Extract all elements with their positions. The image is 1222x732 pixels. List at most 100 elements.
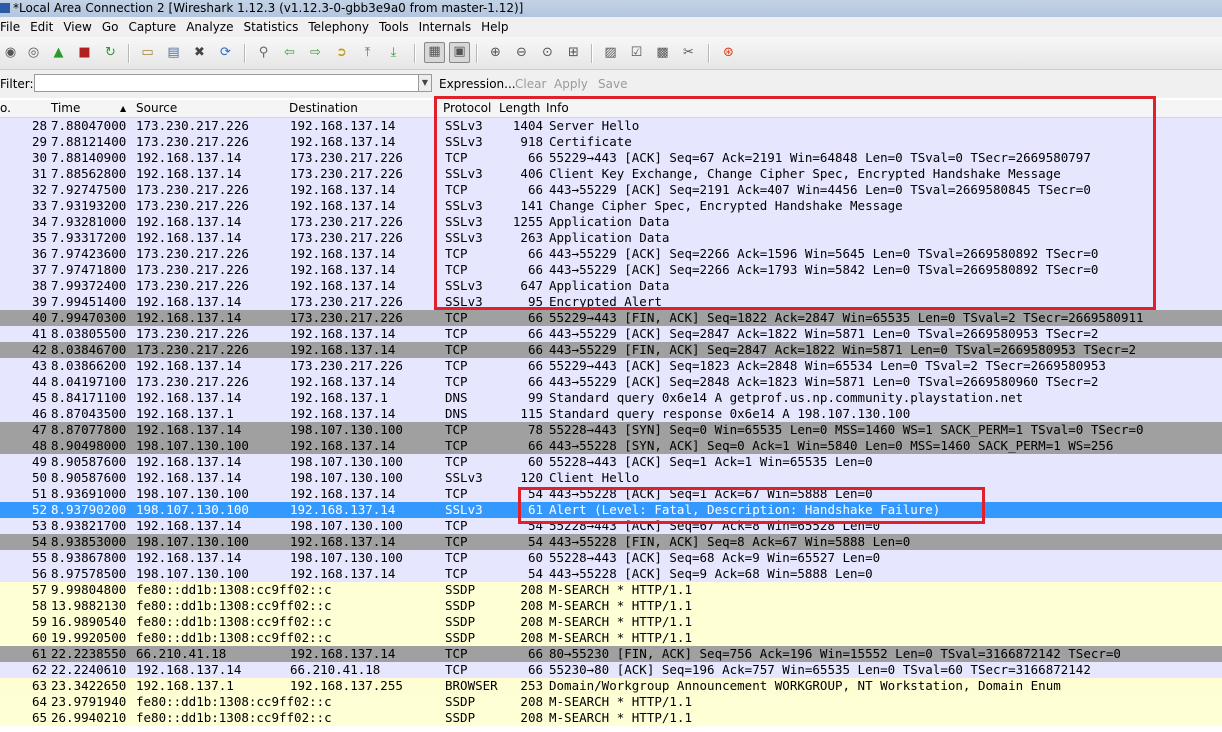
packet-row[interactable]: 62 22.2240610 192.168.137.14 66.210.41.18 TC…	[0, 662, 1222, 678]
packet-row[interactable]: 54 8.93853000 198.107.130.100 192.168.137.1…	[0, 534, 1222, 550]
packet-row[interactable]: 30 7.88140900 192.168.137.14 173.230.217.22…	[0, 150, 1222, 166]
packet-row[interactable]: 51 8.93691000 198.107.130.100 192.168.137.1…	[0, 486, 1222, 502]
menu-telephony[interactable]: Telephony	[303, 17, 374, 37]
restart-capture-icon[interactable]: ↻	[102, 44, 119, 61]
menu-capture[interactable]: Capture	[123, 17, 181, 37]
save-file-icon[interactable]: ▤	[165, 44, 182, 61]
normal-size-icon[interactable]: ⊙	[539, 44, 556, 61]
column-header-source[interactable]: Source	[136, 100, 177, 117]
packet-row[interactable]: 53 8.93821700 192.168.137.14 198.107.130.10…	[0, 518, 1222, 534]
column-header-destination[interactable]: Destination	[289, 100, 358, 117]
packet-info: Domain/Workgroup Announcement WORKGROUP,…	[549, 678, 1061, 693]
start-capture-icon[interactable]: ▲	[50, 44, 67, 61]
menu-help[interactable]: Help	[476, 17, 513, 37]
apply-filter-button[interactable]: Apply	[554, 77, 588, 91]
menu-edit[interactable]: Edit	[25, 17, 58, 37]
stop-capture-icon[interactable]: ■	[76, 44, 93, 61]
column-header-info[interactable]: Info	[546, 100, 569, 117]
reload-icon[interactable]: ⟳	[217, 44, 234, 61]
packet-row[interactable]: 55 8.93867800 192.168.137.14 198.107.130.10…	[0, 550, 1222, 566]
packet-row[interactable]: 48 8.90498000 198.107.130.100 192.168.137.1…	[0, 438, 1222, 454]
packet-row[interactable]: 37 7.97471800 173.230.217.226 192.168.137.1…	[0, 262, 1222, 278]
packet-row[interactable]: 60 19.9920500 fe80::dd1b:1308:cc9ff02::c SS…	[0, 630, 1222, 646]
packet-row[interactable]: 58 13.9882130 fe80::dd1b:1308:cc9ff02::c SS…	[0, 598, 1222, 614]
packet-row[interactable]: 41 8.03805500 173.230.217.226 192.168.137.1…	[0, 326, 1222, 342]
packet-info: 55228→443 [SYN] Seq=0 Win=65535 Len=0 MS…	[549, 422, 1144, 437]
packet-time: 8.93867800	[51, 550, 127, 565]
packet-row[interactable]: 38 7.99372400 173.230.217.226 192.168.137.1…	[0, 278, 1222, 294]
auto-scroll-icon[interactable]: ▣	[449, 42, 470, 63]
display-filter-input[interactable]	[34, 74, 420, 92]
packet-row[interactable]: 29 7.88121400 173.230.217.226 192.168.137.1…	[0, 134, 1222, 150]
packet-row[interactable]: 32 7.92747500 173.230.217.226 192.168.137.1…	[0, 182, 1222, 198]
column-header-protocol[interactable]: Protocol	[443, 100, 491, 117]
packet-row[interactable]: 31 7.88562800 192.168.137.14 173.230.217.22…	[0, 166, 1222, 182]
menu-view[interactable]: View	[58, 17, 96, 37]
column-header-no[interactable]: o.	[0, 100, 11, 117]
packet-row[interactable]: 59 16.9890540 fe80::dd1b:1308:cc9ff02::c SS…	[0, 614, 1222, 630]
packet-protocol: TCP	[445, 342, 468, 357]
options-icon[interactable]: ◎	[25, 44, 42, 61]
packet-info: 443→55229 [ACK] Seq=2191 Ack=407 Win=445…	[549, 182, 1091, 197]
packet-row[interactable]: 47 8.87077800 192.168.137.14 198.107.130.10…	[0, 422, 1222, 438]
menu-tools[interactable]: Tools	[374, 17, 414, 37]
menu-go[interactable]: Go	[97, 17, 124, 37]
menu-analyze[interactable]: Analyze	[181, 17, 238, 37]
menu-internals[interactable]: Internals	[414, 17, 477, 37]
go-back-icon[interactable]: ⇦	[281, 44, 298, 61]
packet-row[interactable]: 39 7.99451400 192.168.137.14 173.230.217.22…	[0, 294, 1222, 310]
packet-row[interactable]: 46 8.87043500 192.168.137.1 192.168.137.14 D…	[0, 406, 1222, 422]
packet-row[interactable]: 42 8.03846700 173.230.217.226 192.168.137.1…	[0, 342, 1222, 358]
capture-filters-icon[interactable]: ▨	[602, 44, 619, 61]
menu-statistics[interactable]: Statistics	[238, 17, 303, 37]
zoom-out-icon[interactable]: ⊖	[513, 44, 530, 61]
go-first-icon[interactable]: ⤒	[359, 44, 376, 61]
packet-row[interactable]: 44 8.04197100 173.230.217.226 192.168.137.1…	[0, 374, 1222, 390]
menu-file[interactable]: File	[0, 17, 25, 37]
packet-row[interactable]: 35 7.93317200 192.168.137.14 173.230.217.22…	[0, 230, 1222, 246]
go-last-icon[interactable]: ⤓	[385, 44, 402, 61]
zoom-in-icon[interactable]: ⊕	[487, 44, 504, 61]
resize-columns-icon[interactable]: ⊞	[565, 44, 582, 61]
filter-history-dropdown[interactable]: ▼	[418, 74, 432, 92]
packet-number: 37	[31, 262, 47, 277]
column-header-length[interactable]: Length	[499, 100, 540, 117]
packet-row[interactable]: 43 8.03866200 192.168.137.14 173.230.217.22…	[0, 358, 1222, 374]
packet-protocol: SSLv3	[445, 214, 483, 229]
open-file-icon[interactable]: ▭	[139, 44, 156, 61]
find-packet-icon[interactable]: ⚲	[255, 44, 272, 61]
packet-row[interactable]: 28 7.88047000 173.230.217.226 192.168.137.1…	[0, 118, 1222, 134]
preferences-icon[interactable]: ✂	[680, 44, 697, 61]
save-filter-button[interactable]: Save	[598, 77, 627, 91]
colorize-icon[interactable]: ▦	[424, 42, 445, 63]
interfaces-icon[interactable]: ◉	[2, 44, 19, 61]
close-file-icon[interactable]: ✖	[191, 44, 208, 61]
packet-row[interactable]: 64 23.9791940 fe80::dd1b:1308:cc9ff02::c SS…	[0, 694, 1222, 710]
packet-row[interactable]: 36 7.97423600 173.230.217.226 192.168.137.1…	[0, 246, 1222, 262]
packet-row[interactable]: 57 9.99804800 fe80::dd1b:1308:cc9ff02::c SS…	[0, 582, 1222, 598]
packet-row[interactable]: 49 8.90587600 192.168.137.14 198.107.130.10…	[0, 454, 1222, 470]
packet-info: 443→55229 [ACK] Seq=2266 Ack=1596 Win=56…	[549, 246, 1099, 261]
packet-row[interactable]: 40 7.99470300 192.168.137.14 173.230.217.22…	[0, 310, 1222, 326]
packet-time: 8.90498000	[51, 438, 127, 453]
packet-row[interactable]: 65 26.9940210 fe80::dd1b:1308:cc9ff02::c SS…	[0, 710, 1222, 726]
packet-time: 22.2238550	[51, 646, 127, 661]
packet-row[interactable]: 63 23.3422650 192.168.137.1 192.168.137.255…	[0, 678, 1222, 694]
packet-row[interactable]: 34 7.93281000 192.168.137.14 173.230.217.22…	[0, 214, 1222, 230]
packet-row-selected[interactable]: 52 8.93790200 198.107.130.100 192.168.137.1…	[0, 502, 1222, 518]
packet-row[interactable]: 45 8.84171100 192.168.137.14 192.168.137.1 D…	[0, 390, 1222, 406]
packet-row[interactable]: 56 8.97578500 198.107.130.100 192.168.137.1…	[0, 566, 1222, 582]
display-filters-icon[interactable]: ☑	[628, 44, 645, 61]
clear-filter-button[interactable]: Clear	[515, 77, 546, 91]
column-header-time[interactable]: Time	[51, 100, 80, 117]
go-forward-icon[interactable]: ⇨	[307, 44, 324, 61]
packet-protocol: SSDP	[445, 710, 476, 725]
packet-row[interactable]: 61 22.2238550 66.210.41.18 192.168.137.14 TC…	[0, 646, 1222, 662]
go-to-packet-icon[interactable]: ➲	[333, 44, 350, 61]
packet-row[interactable]: 50 8.90587600 192.168.137.14 198.107.130.10…	[0, 470, 1222, 486]
packet-number: 48	[31, 438, 47, 453]
help-icon[interactable]: ⊛	[720, 44, 737, 61]
coloring-rules-icon[interactable]: ▩	[654, 44, 671, 61]
expression-button[interactable]: Expression...	[439, 77, 516, 91]
packet-row[interactable]: 33 7.93193200 173.230.217.226 192.168.137.1…	[0, 198, 1222, 214]
